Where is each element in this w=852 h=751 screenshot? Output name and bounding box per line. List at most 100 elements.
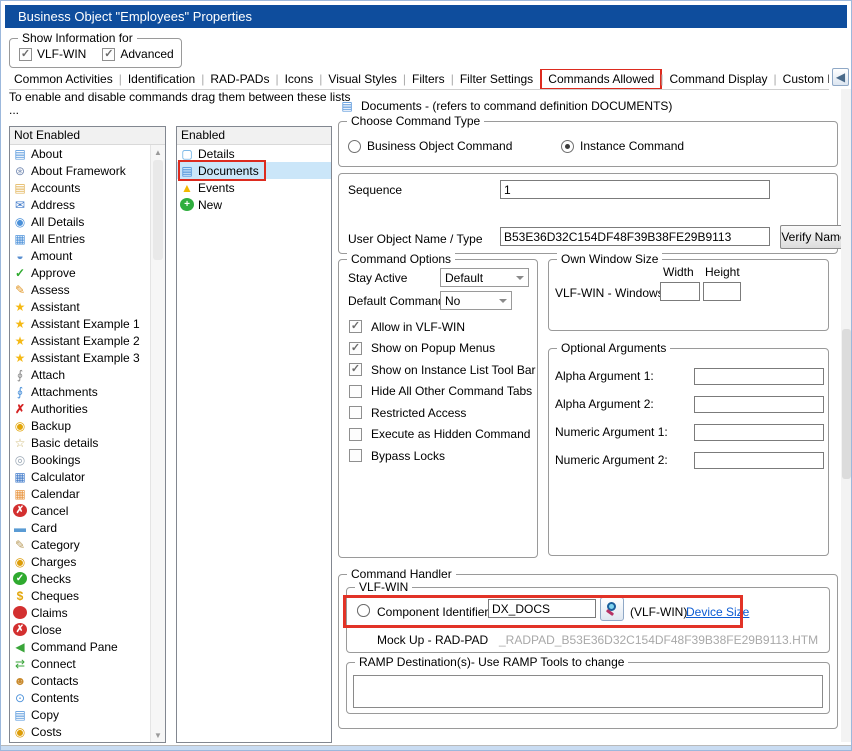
tab-common-activities[interactable]: Common Activities (9, 71, 118, 87)
option-checkbox-restricted-access[interactable]: Restricted Access (349, 402, 536, 424)
option-checkbox-execute-as-hidden-command[interactable]: Execute as Hidden Command (349, 424, 536, 446)
row-content: ◉Charges (13, 553, 81, 570)
not-enabled-item-assistant[interactable]: ★Assistant (10, 298, 150, 315)
not-enabled-item-attach[interactable]: ∮Attach (10, 366, 150, 383)
option-checkbox-allow-in-vlf-win[interactable]: ✓Allow in VLF-WIN (349, 316, 536, 338)
enabled-item-new[interactable]: +New (177, 196, 331, 213)
not-enabled-item-charges[interactable]: ◉Charges (10, 553, 150, 570)
radio-icon[interactable] (348, 140, 361, 153)
verify-name-button[interactable]: Verify Name (780, 225, 848, 249)
component-search-button[interactable] (600, 597, 624, 621)
row-content: ▢Details (180, 145, 240, 162)
option-checkbox-bypass-locks[interactable]: Bypass Locks (349, 445, 536, 467)
not-enabled-item-checks[interactable]: ✓Checks (10, 570, 150, 587)
tab-scroll-left-button[interactable]: ◀ (832, 68, 849, 86)
not-enabled-item-calculator[interactable]: ▦Calculator (10, 468, 150, 485)
not-enabled-item-copy[interactable]: ▤Copy (10, 706, 150, 723)
not-enabled-item-assistant-example-3[interactable]: ★Assistant Example 3 (10, 349, 150, 366)
not-enabled-item-assess[interactable]: ✎Assess (10, 281, 150, 298)
not-enabled-scrollbar[interactable]: ▲ ▼ (150, 145, 165, 742)
panel-scrollbar[interactable] (841, 89, 852, 742)
mockup-radio[interactable] (357, 604, 370, 617)
stay-active-value: Default (445, 271, 483, 285)
not-enabled-item-attachments[interactable]: ∮Attachments (10, 383, 150, 400)
enabled-item-events[interactable]: ▲Events (177, 179, 331, 196)
show-info-checkbox-advanced[interactable]: ✓Advanced (102, 47, 173, 61)
item-label: Command Pane (31, 640, 118, 654)
show-information-group: Show Information for ✓VLF-WIN✓Advanced (9, 38, 182, 68)
not-enabled-item-calendar[interactable]: ▦Calendar (10, 485, 150, 502)
not-enabled-item-command-pane[interactable]: ◀Command Pane (10, 638, 150, 655)
not-enabled-item-amount[interactable]: ◒Amount (10, 247, 150, 264)
numeric-argument-2-input[interactable] (694, 452, 824, 469)
enabled-item-documents[interactable]: ▤Documents (177, 162, 331, 179)
panel-scrollbar-thumb[interactable] (842, 329, 851, 479)
not-enabled-item-authorities[interactable]: ✗Authorities (10, 400, 150, 417)
command-type-radio-business-object-command[interactable]: Business Object Command (348, 139, 561, 153)
not-enabled-item-claims[interactable]: Claims (10, 604, 150, 621)
tab-rad-pads[interactable]: RAD-PADs (205, 71, 274, 87)
not-enabled-item-accounts[interactable]: ▤Accounts (10, 179, 150, 196)
stay-active-dropdown[interactable]: Default (440, 268, 529, 287)
not-enabled-item-close[interactable]: ✗Close (10, 621, 150, 638)
item-label: All Entries (31, 232, 85, 246)
show-info-checkbox-vlf-win[interactable]: ✓VLF-WIN (19, 47, 86, 61)
item-label: Calculator (31, 470, 85, 484)
numeric-argument-1-input[interactable] (694, 424, 824, 441)
default-command-dropdown[interactable]: No (440, 291, 512, 310)
not-enabled-item-address[interactable]: ✉Address (10, 196, 150, 213)
not-enabled-item-card[interactable]: ▬Card (10, 519, 150, 536)
not-enabled-item-contents[interactable]: ⊙Contents (10, 689, 150, 706)
tab-filter-settings[interactable]: Filter Settings (455, 71, 538, 87)
not-enabled-item-about[interactable]: ▤About (10, 145, 150, 162)
tab-custom-properties[interactable]: Custom Properties (778, 71, 829, 87)
tab-command-display[interactable]: Command Display (664, 71, 772, 87)
option-checkbox-show-on-popup-menus[interactable]: ✓Show on Popup Menus (349, 338, 536, 360)
not-enabled-item-backup[interactable]: ◉Backup (10, 417, 150, 434)
not-enabled-item-connect[interactable]: ⇄Connect (10, 655, 150, 672)
tab-identification[interactable]: Identification (123, 71, 200, 87)
tab-filters[interactable]: Filters (407, 71, 450, 87)
not-enabled-item-basic-details[interactable]: ☆Basic details (10, 434, 150, 451)
tab-visual-styles[interactable]: Visual Styles (323, 71, 401, 87)
page-copy-icon: ▤ (13, 708, 27, 722)
not-enabled-item-costs[interactable]: ◉Costs (10, 723, 150, 740)
device-size-link[interactable]: Device Size (686, 605, 749, 619)
option-checkbox-hide-all-other-command-tabs[interactable]: Hide All Other Command Tabs (349, 381, 536, 403)
own-window-size-legend: Own Window Size (557, 252, 662, 266)
alpha-argument-1-input[interactable] (694, 368, 824, 385)
radio-icon[interactable] (561, 140, 574, 153)
not-enabled-item-category[interactable]: ✎Category (10, 536, 150, 553)
not-enabled-item-cheques[interactable]: $Cheques (10, 587, 150, 604)
arrows-icon: ⇄ (13, 657, 27, 671)
window-width-input[interactable] (660, 282, 700, 301)
component-identifier-input[interactable] (488, 599, 596, 618)
not-enabled-item-about-framework[interactable]: ⊛About Framework (10, 162, 150, 179)
not-enabled-item-bookings[interactable]: ◎Bookings (10, 451, 150, 468)
not-enabled-item-cancel[interactable]: ✗Cancel (10, 502, 150, 519)
not-enabled-item-all-details[interactable]: ◉All Details (10, 213, 150, 230)
not-enabled-item-all-entries[interactable]: ▦All Entries (10, 230, 150, 247)
argument-row: Numeric Argument 2: (555, 446, 828, 474)
tab-commands-allowed[interactable]: Commands Allowed (543, 71, 659, 87)
enabled-item-details[interactable]: ▢Details (177, 145, 331, 162)
item-label: Bookings (31, 453, 80, 467)
not-enabled-item-assistant-example-2[interactable]: ★Assistant Example 2 (10, 332, 150, 349)
checkbox-label: Restricted Access (371, 406, 466, 420)
not-enabled-item-assistant-example-1[interactable]: ★Assistant Example 1 (10, 315, 150, 332)
scroll-up-icon[interactable]: ▲ (151, 145, 165, 159)
not-enabled-item-approve[interactable]: ✓Approve (10, 264, 150, 281)
alpha-argument-2-input[interactable] (694, 396, 824, 413)
scroll-down-icon[interactable]: ▼ (151, 728, 165, 742)
not-enabled-item-contacts[interactable]: ☻Contacts (10, 672, 150, 689)
window-height-input[interactable] (703, 282, 741, 301)
sequence-input[interactable] (500, 180, 770, 199)
ramp-destinations-textarea[interactable] (353, 675, 823, 708)
tab-icons[interactable]: Icons (280, 71, 319, 87)
close-circle-icon: ✗ (13, 623, 27, 636)
option-checkbox-show-on-instance-list-tool-bar[interactable]: ✓Show on Instance List Tool Bar (349, 359, 536, 381)
not-enabled-item-crud[interactable]: ◍CRUD (10, 740, 150, 742)
scrollbar-thumb[interactable] (153, 160, 163, 260)
user-object-input[interactable] (500, 227, 770, 246)
command-type-radio-instance-command[interactable]: Instance Command (561, 139, 684, 153)
